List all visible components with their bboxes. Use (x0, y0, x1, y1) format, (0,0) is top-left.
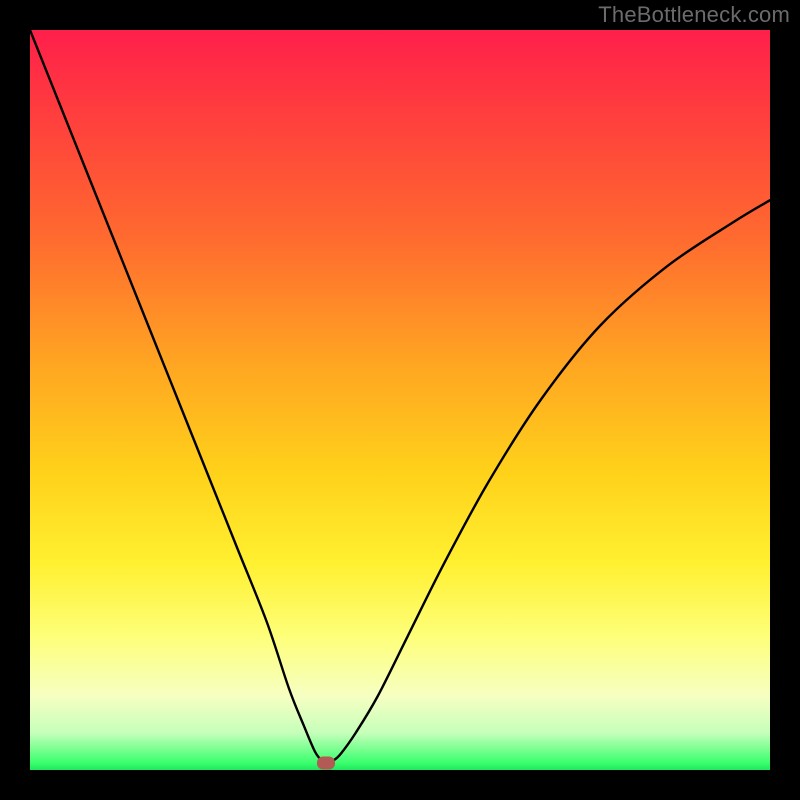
plot-area (30, 30, 770, 770)
curve-path (30, 30, 770, 763)
watermark-text: TheBottleneck.com (598, 2, 790, 28)
bottleneck-curve (30, 30, 770, 770)
chart-frame: TheBottleneck.com (0, 0, 800, 800)
optimal-marker (317, 756, 335, 769)
